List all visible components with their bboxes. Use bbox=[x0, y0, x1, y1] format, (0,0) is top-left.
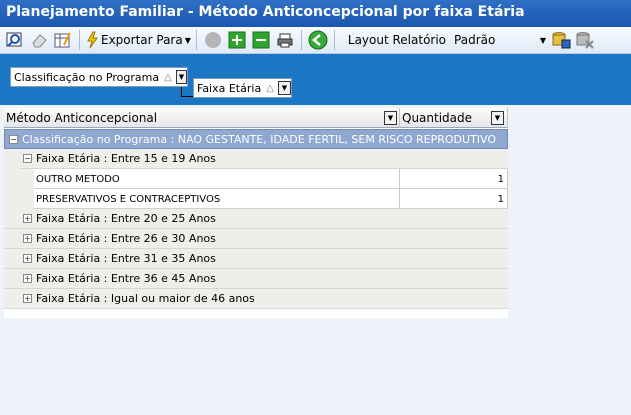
expand-icon[interactable]: + bbox=[23, 234, 32, 243]
table-row[interactable]: OUTRO METODO 1 bbox=[34, 169, 508, 189]
export-label: Exportar Para bbox=[101, 33, 183, 47]
chevron-down-icon[interactable]: ▼ bbox=[491, 111, 504, 125]
back-icon[interactable] bbox=[307, 29, 329, 51]
delete-layout-icon[interactable] bbox=[574, 29, 596, 51]
window-title: Planejamento Familiar - Método Anticonce… bbox=[0, 0, 631, 27]
cell-quantidade: 1 bbox=[400, 169, 508, 189]
group-row-level2[interactable]: − Faixa Etária : Entre 15 e 19 Anos bbox=[4, 149, 508, 169]
table-row[interactable]: PRESERVATIVOS E CONTRACEPTIVOS 1 bbox=[34, 189, 508, 209]
expand-icon[interactable]: + bbox=[23, 214, 32, 223]
group-row-level2[interactable]: + Faixa Etária : Entre 36 e 45 Anos bbox=[4, 269, 508, 289]
toolbar-separator bbox=[300, 30, 302, 50]
toolbar-separator bbox=[79, 30, 80, 50]
chevron-down-icon: ▼ bbox=[184, 35, 191, 45]
group-chip-classificacao[interactable]: Classificação no Programa △ ▼ bbox=[10, 67, 188, 87]
group-row-level1[interactable]: − Classificação no Programa : NAO GESTAN… bbox=[4, 129, 508, 149]
collapse-all-icon[interactable] bbox=[250, 29, 272, 51]
eraser-icon[interactable] bbox=[28, 29, 50, 51]
group-row-label: Faixa Etária : Entre 15 e 19 Anos bbox=[36, 152, 216, 165]
chevron-down-icon: ▼ bbox=[539, 35, 547, 45]
group-row-level2[interactable]: + Faixa Etária : Entre 26 e 30 Anos bbox=[4, 229, 508, 249]
column-header-label: Quantidade bbox=[402, 111, 473, 125]
expand-all-icon[interactable] bbox=[226, 29, 248, 51]
export-icon bbox=[87, 31, 98, 49]
report-grid: Método Anticoncepcional ▼ Quantidade ▼ −… bbox=[4, 108, 508, 318]
group-row-level2[interactable]: + Faixa Etária : Entre 31 e 35 Anos bbox=[4, 249, 508, 269]
layout-value: Padrão bbox=[454, 33, 496, 47]
group-chip-label: Faixa Etária bbox=[197, 81, 262, 95]
sort-asc-icon: △ bbox=[164, 71, 172, 83]
expand-icon[interactable]: + bbox=[23, 254, 32, 263]
print-icon[interactable] bbox=[274, 29, 296, 51]
grid-edit-icon[interactable] bbox=[52, 29, 74, 51]
disabled-icon bbox=[202, 29, 224, 51]
group-row-level2[interactable]: + Faixa Etária : Entre 20 e 25 Anos bbox=[4, 209, 508, 229]
preview-icon[interactable] bbox=[4, 29, 26, 51]
export-button[interactable]: Exportar Para ▼ bbox=[85, 31, 191, 49]
toolbar: Exportar Para ▼ Layout Relatório Padrão … bbox=[0, 27, 631, 54]
column-header-metodo[interactable]: Método Anticoncepcional bbox=[4, 108, 400, 128]
indent-band bbox=[19, 169, 34, 209]
layout-select[interactable]: Padrão ▼ bbox=[452, 31, 548, 49]
group-row-label: Faixa Etária : Igual ou maior de 46 anos bbox=[36, 292, 255, 305]
group-row-label: Classificação no Programa : NAO GESTANTE… bbox=[22, 132, 497, 146]
toolbar-separator bbox=[195, 30, 197, 50]
group-chip-faixa-etaria[interactable]: Faixa Etária △ ▼ bbox=[193, 78, 292, 98]
cell-metodo: PRESERVATIVOS E CONTRACEPTIVOS bbox=[34, 189, 400, 209]
expand-icon[interactable]: + bbox=[23, 274, 32, 283]
collapse-icon[interactable]: − bbox=[23, 154, 32, 163]
cell-metodo: OUTRO METODO bbox=[34, 169, 400, 189]
group-row-label: Faixa Etária : Entre 20 e 25 Anos bbox=[36, 212, 216, 225]
group-row-label: Faixa Etária : Entre 31 e 35 Anos bbox=[36, 252, 216, 265]
chevron-down-icon[interactable]: ▼ bbox=[384, 111, 397, 125]
group-by-panel: Classificação no Programa △ ▼ Faixa Etár… bbox=[0, 54, 631, 105]
group-row-label: Faixa Etária : Entre 36 e 45 Anos bbox=[36, 272, 216, 285]
save-layout-icon[interactable] bbox=[550, 29, 572, 51]
chevron-down-icon[interactable]: ▼ bbox=[277, 81, 291, 95]
column-header-label: Método Anticoncepcional bbox=[6, 111, 158, 125]
layout-label: Layout Relatório bbox=[347, 33, 447, 47]
cell-quantidade: 1 bbox=[400, 189, 508, 209]
group-row-label: Faixa Etária : Entre 26 e 30 Anos bbox=[36, 232, 216, 245]
expand-icon[interactable]: + bbox=[23, 294, 32, 303]
group-row-level2[interactable]: + Faixa Etária : Igual ou maior de 46 an… bbox=[4, 289, 508, 309]
grid-header: Método Anticoncepcional ▼ Quantidade ▼ bbox=[4, 108, 508, 128]
sort-asc-icon: △ bbox=[266, 82, 274, 94]
collapse-icon[interactable]: − bbox=[9, 134, 18, 144]
group-chip-label: Classificação no Programa bbox=[14, 70, 160, 84]
toolbar-separator bbox=[333, 30, 335, 50]
chevron-down-icon[interactable]: ▼ bbox=[175, 70, 187, 84]
